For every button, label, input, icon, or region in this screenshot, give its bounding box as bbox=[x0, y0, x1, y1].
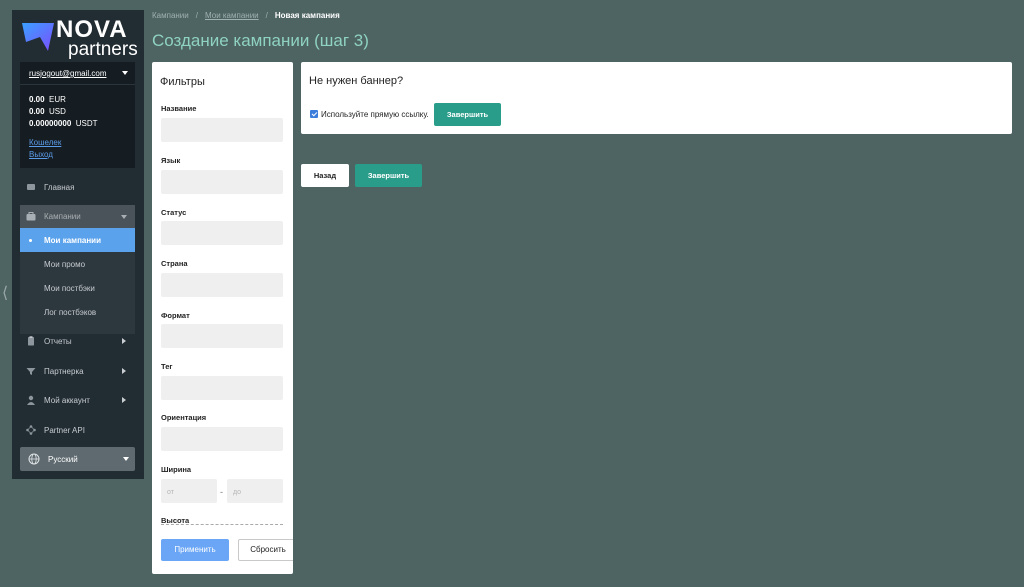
no-banner-card: Не нужен баннер? Используйте прямую ссыл… bbox=[301, 62, 1012, 134]
chevron-down-icon bbox=[123, 457, 129, 461]
sidebar-item-label: Кампании bbox=[44, 212, 81, 221]
back-button[interactable]: Назад bbox=[301, 164, 349, 187]
sidebar-item-label: Мой аккаунт bbox=[44, 396, 90, 405]
sidebar-item-home[interactable]: Главная bbox=[12, 175, 144, 199]
logo-text-partners: partners bbox=[68, 39, 138, 60]
logo[interactable]: NOVA partners bbox=[20, 18, 138, 60]
breadcrumb-root[interactable]: Кампании bbox=[152, 11, 189, 20]
sidebar-item-reports[interactable]: Отчеты bbox=[12, 329, 144, 353]
account-dropdown-icon[interactable] bbox=[122, 71, 128, 75]
sidebar: NOVA partners rusjogout@gmail.com 0.00 E… bbox=[12, 10, 144, 479]
sidebar-item-my-campaigns[interactable]: Мои кампании bbox=[20, 228, 135, 252]
reset-filters-button[interactable]: Сбросить bbox=[238, 539, 293, 561]
filter-country-select[interactable] bbox=[161, 273, 283, 297]
range-dash: - bbox=[220, 487, 223, 497]
divider bbox=[161, 524, 283, 525]
sidebar-item-label: Partner API bbox=[44, 426, 85, 435]
sidebar-item-campaigns[interactable]: Кампании bbox=[20, 205, 135, 228]
filter-language-select[interactable] bbox=[161, 170, 283, 194]
chevron-down-icon bbox=[121, 215, 127, 219]
chevron-right-icon bbox=[122, 368, 126, 374]
filter-width-to-input[interactable]: до bbox=[227, 479, 283, 503]
filter-orientation-select[interactable] bbox=[161, 427, 283, 451]
language-select[interactable]: Русский bbox=[20, 447, 135, 471]
clipboard-icon bbox=[28, 336, 34, 346]
page-title: Создание кампании (шаг 3) bbox=[152, 31, 369, 50]
filters-panel: Фильтры Название Язык Статус Страна Форм… bbox=[152, 62, 293, 574]
divider bbox=[20, 84, 135, 85]
sidebar-item-my-promo[interactable]: Мои промо bbox=[20, 252, 135, 276]
breadcrumb: Кампании / Мои кампании / Новая кампания bbox=[152, 11, 340, 20]
sidebar-item-my-postbacks[interactable]: Мои постбэки bbox=[20, 276, 135, 300]
sidebar-item-postback-log[interactable]: Лог постбэков bbox=[20, 300, 135, 324]
briefcase-icon bbox=[26, 212, 36, 221]
sidebar-item-label: Отчеты bbox=[44, 337, 72, 346]
language-select-value: Русский bbox=[48, 455, 78, 464]
balance-usdt: 0.00000000 USDT bbox=[29, 119, 98, 128]
user-icon bbox=[27, 395, 35, 405]
filter-status-select[interactable] bbox=[161, 221, 283, 245]
finish-button[interactable]: Завершить bbox=[355, 164, 422, 187]
filter-icon bbox=[26, 368, 36, 375]
sidebar-item-label: Лог постбэков bbox=[44, 308, 97, 317]
sidebar-item-label: Партнерка bbox=[44, 367, 84, 376]
chevron-right-icon bbox=[122, 397, 126, 403]
filter-format-select[interactable] bbox=[161, 324, 283, 348]
finish-direct-link-button[interactable]: Завершить bbox=[434, 103, 501, 126]
balance-eur: 0.00 EUR bbox=[29, 95, 66, 104]
filters-title: Фильтры bbox=[160, 76, 205, 88]
wallet-link[interactable]: Кошелек bbox=[29, 138, 61, 147]
apply-filters-button[interactable]: Применить bbox=[161, 539, 229, 561]
filter-label-width: Ширина bbox=[161, 465, 192, 474]
filter-label-tag: Тег bbox=[161, 362, 173, 371]
sidebar-item-partnership[interactable]: Партнерка bbox=[12, 359, 144, 383]
filter-tag-select[interactable] bbox=[161, 376, 283, 400]
home-icon bbox=[27, 184, 35, 190]
account-email[interactable]: rusjogout@gmail.com bbox=[29, 69, 106, 78]
sidebar-item-my-account[interactable]: Мой аккаунт bbox=[12, 388, 144, 412]
breadcrumb-separator: / bbox=[265, 11, 268, 20]
account-panel: rusjogout@gmail.com 0.00 EUR 0.00 USD 0.… bbox=[20, 62, 135, 168]
breadcrumb-parent-link[interactable]: Мои кампании bbox=[205, 11, 259, 20]
direct-link-checkbox[interactable] bbox=[310, 110, 318, 118]
sidebar-group-campaigns: Кампании Мои кампании Мои промо Мои пост… bbox=[20, 205, 135, 334]
direct-link-label[interactable]: Используйте прямую ссылку. bbox=[321, 110, 429, 119]
no-banner-title: Не нужен баннер? bbox=[309, 75, 404, 87]
balance-usd: 0.00 USD bbox=[29, 107, 66, 116]
sidebar-item-label: Мои постбэки bbox=[44, 284, 95, 293]
filter-label-status: Статус bbox=[161, 208, 187, 217]
globe-icon bbox=[28, 453, 40, 465]
chevron-right-icon bbox=[122, 338, 126, 344]
sidebar-item-partner-api[interactable]: Partner API bbox=[12, 418, 144, 442]
sidebar-collapse-handle[interactable]: ⟨ bbox=[2, 283, 8, 302]
filter-label-country: Страна bbox=[161, 259, 188, 268]
sidebar-item-label: Главная bbox=[44, 183, 75, 192]
sidebar-item-label: Мои кампании bbox=[44, 236, 102, 245]
filter-label-orientation: Ориентация bbox=[161, 413, 207, 422]
breadcrumb-separator: / bbox=[195, 11, 198, 20]
filter-name-input[interactable] bbox=[161, 118, 283, 142]
api-nodes-icon bbox=[26, 425, 36, 435]
filter-width-from-input[interactable]: от bbox=[161, 479, 217, 503]
logo-arrow-icon bbox=[22, 23, 54, 51]
filter-label-format: Формат bbox=[161, 311, 190, 320]
logout-link[interactable]: Выход bbox=[29, 150, 53, 159]
bullet-icon bbox=[29, 239, 32, 242]
sidebar-item-label: Мои промо bbox=[44, 260, 86, 269]
breadcrumb-current: Новая кампания bbox=[274, 11, 340, 20]
filter-label-language: Язык bbox=[161, 156, 181, 165]
filter-label-name: Название bbox=[161, 104, 197, 113]
